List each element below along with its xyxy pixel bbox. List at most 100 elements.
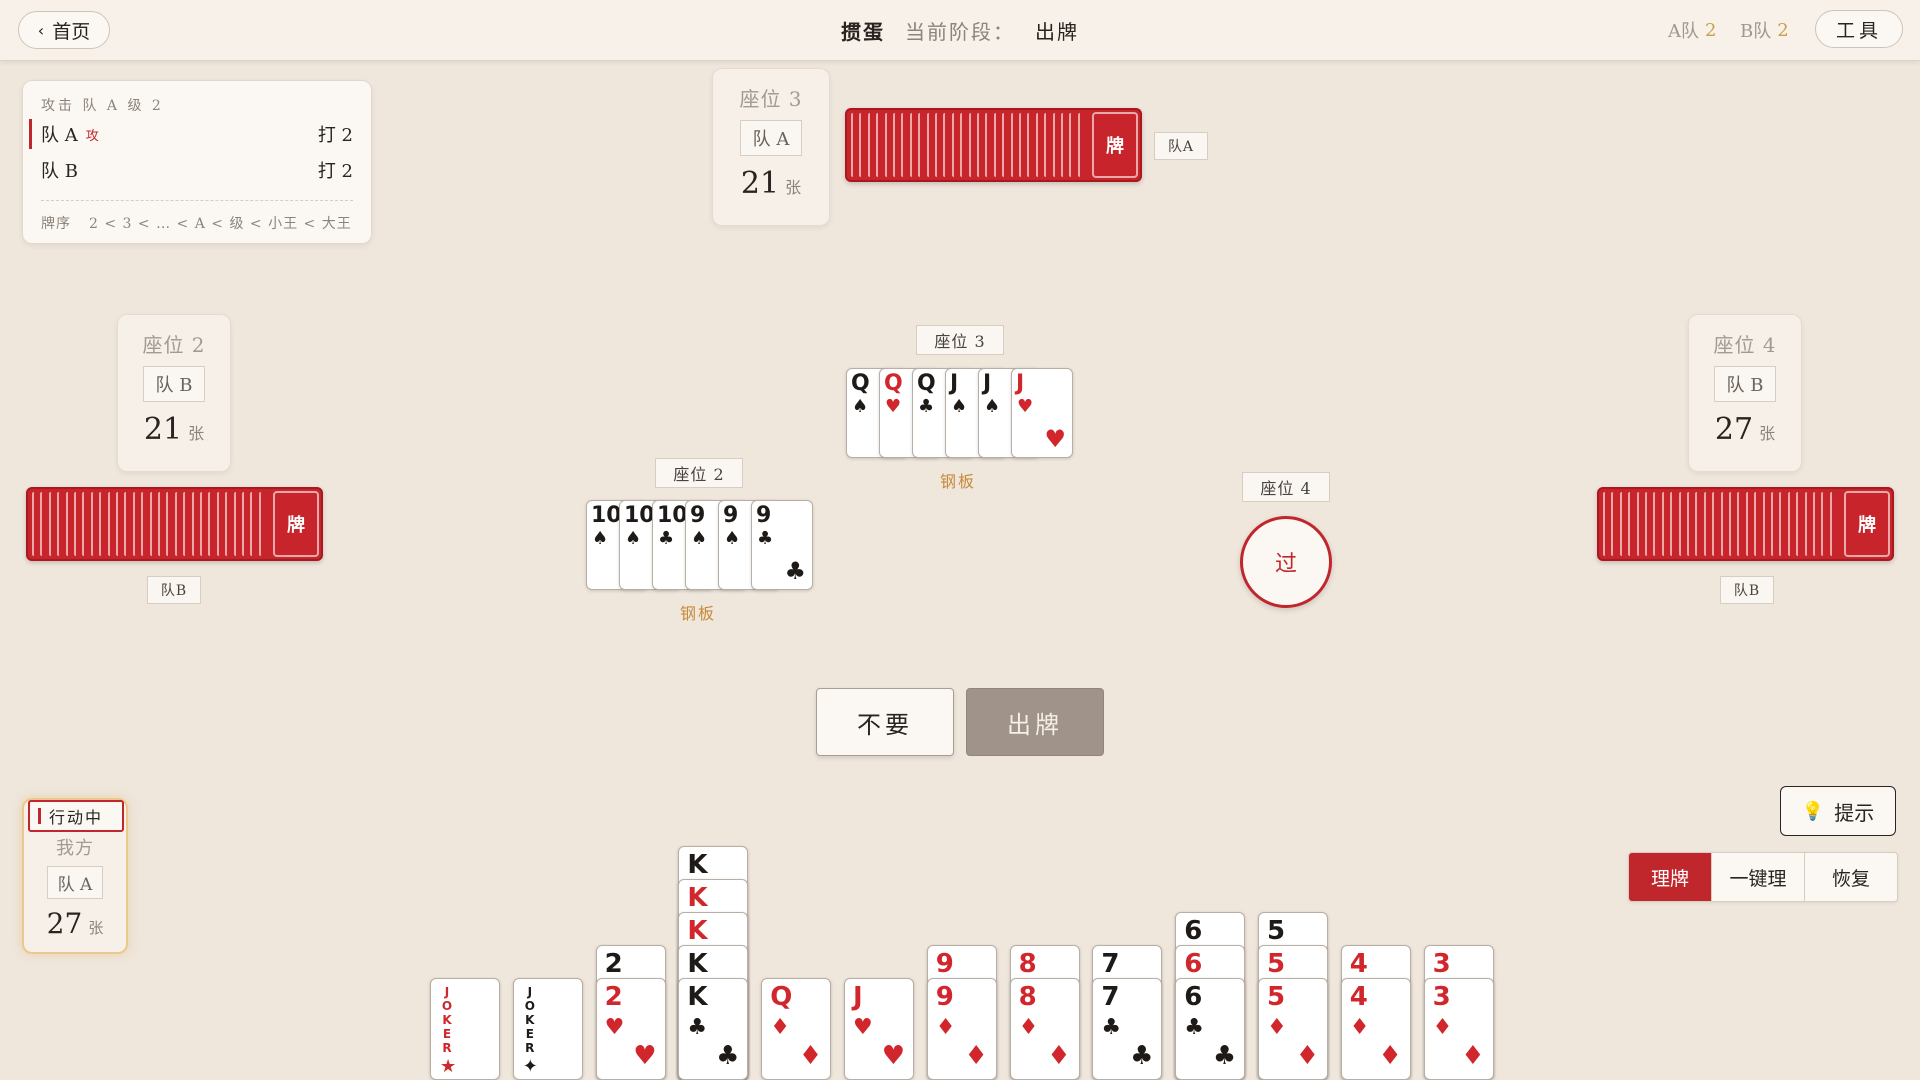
card-back-edge — [200, 492, 209, 556]
card-back-edge — [1645, 492, 1654, 556]
card-back-edge — [901, 113, 910, 177]
seat-name: 座位 3 — [739, 87, 803, 111]
card-suit-icon: ♠ — [592, 528, 609, 549]
card-rank: J — [1016, 371, 1025, 396]
card-back-edge — [1661, 492, 1671, 556]
card-back-face: 牌 — [1844, 491, 1890, 557]
restore-button[interactable]: 恢复 — [1805, 853, 1897, 901]
card-back-edge — [1813, 492, 1822, 556]
card-suit-icon: ♠ — [951, 396, 968, 417]
card-back-edge — [1771, 492, 1780, 556]
card-back-edge — [1804, 492, 1814, 556]
play-button[interactable]: 出牌 — [966, 688, 1104, 756]
hand-card[interactable]: 3 ♦ ♦ — [1423, 978, 1494, 1080]
hand-card[interactable]: 5 ♦ ♦ — [1258, 978, 1328, 1080]
card-order: 牌序 2 < 3 < … < A < 级 < 小王 < 大王 — [41, 213, 353, 233]
team-level: 打 2 — [317, 161, 353, 182]
card-back-edge — [116, 492, 125, 556]
my-card-count: 27 张 — [46, 907, 104, 940]
card-suit-icon: ♥ — [1044, 425, 1066, 453]
card-back-edge — [1787, 492, 1797, 556]
card-back-edge — [985, 113, 994, 177]
seat-card-count: 21 张 — [740, 166, 802, 201]
card-suit-icon: ♣ — [757, 528, 774, 549]
pass-button[interactable]: 不要 — [816, 688, 954, 756]
sort-button[interactable]: 理牌 — [1629, 853, 1712, 901]
team-level: 打 2 — [317, 125, 353, 146]
sparkle-icon: ✦ — [522, 1056, 538, 1077]
card-back-edge — [1603, 492, 1612, 556]
auto-sort-button[interactable]: 一键理 — [1712, 853, 1805, 901]
card-back-edge — [208, 492, 217, 556]
seat-2-combo-name: 钢板 — [680, 604, 717, 623]
my-name: 我方 — [56, 838, 94, 859]
hand-card[interactable]: 4 ♦ ♦ — [1340, 978, 1411, 1080]
team-name: 队 A — [41, 125, 78, 146]
card-back-edge — [1019, 113, 1028, 177]
card-back-edge — [1695, 492, 1704, 556]
hand-card[interactable]: 8 ♦ ♦ — [1009, 978, 1080, 1080]
card-rank: 9 — [723, 503, 739, 528]
seat-name: 座位 2 — [142, 333, 206, 357]
turn-status-badge: 行动中 — [28, 800, 124, 832]
sort-controls: 理牌 一键理 恢复 — [1628, 852, 1898, 902]
card-back-edge — [1678, 492, 1688, 556]
game-title: 掼蛋 当前阶段： 出牌 — [0, 0, 1920, 60]
card-rank: 9 — [756, 503, 772, 528]
hand-card[interactable]: Q ♦ ♦ — [761, 978, 832, 1080]
card-back-edge — [1737, 492, 1746, 556]
joker-card[interactable]: JOKER ★ — [430, 978, 500, 1080]
card-suit-icon: ♦ — [964, 1041, 988, 1071]
card-suit-icon: ♦ — [935, 1015, 956, 1040]
hand-card[interactable]: 7 ♣ ♣ — [1092, 978, 1163, 1080]
hand-card[interactable]: K ♣ ♣ — [678, 978, 749, 1080]
card-rank: 7 — [1101, 982, 1120, 1012]
joker-card[interactable]: JOKER ✦ — [512, 978, 583, 1080]
card-rank: 7 — [1101, 949, 1120, 979]
card-back-edge — [1628, 492, 1637, 556]
card-back-edge — [1077, 113, 1087, 177]
card-back-edge — [250, 492, 259, 556]
played-card: 9 ♣ ♣ — [751, 500, 813, 590]
card-back-edge — [1619, 492, 1629, 556]
seat-name: 座位 4 — [1713, 333, 1777, 357]
card-back-edge — [1703, 492, 1713, 556]
star-icon: ★ — [440, 1056, 457, 1077]
team-b-score: B队 2 — [1740, 0, 1789, 60]
played-card: J ♥ ♥ — [1011, 368, 1073, 458]
card-suit-icon: ♦ — [798, 1041, 823, 1071]
hand-card[interactable]: 9 ♦ ♦ — [926, 978, 997, 1080]
card-back-edge — [867, 113, 877, 177]
card-rank: Q — [917, 371, 936, 396]
attack-level-header: 攻击 队 A 级 2 — [41, 98, 164, 114]
card-back-edge — [1754, 492, 1763, 556]
card-back-edge — [1069, 113, 1078, 177]
card-rank: 2 — [604, 982, 623, 1012]
card-back-edge — [977, 113, 986, 177]
hand-card[interactable]: 2 ♥ ♥ — [595, 978, 666, 1080]
card-rank: K — [687, 949, 708, 979]
card-rank: K — [687, 850, 708, 880]
card-back-edge — [74, 492, 83, 556]
hand-card[interactable]: 6 ♣ ♣ — [1175, 978, 1246, 1080]
card-rank: Q — [884, 371, 903, 396]
card-back-edge — [141, 492, 150, 556]
seat-3-play-label: 座位 3 — [916, 325, 1004, 355]
card-suit-icon: ♣ — [687, 1015, 708, 1040]
hand-card[interactable]: J ♥ ♥ — [844, 978, 914, 1080]
card-back-edge — [82, 492, 91, 556]
card-back-edge — [1027, 113, 1036, 177]
seat-3-card-backs: 牌 — [845, 108, 1142, 182]
card-rank: 9 — [935, 982, 954, 1012]
tools-button[interactable]: 工具 — [1815, 10, 1903, 48]
card-back-edge — [132, 492, 142, 556]
card-back-edge — [1712, 492, 1721, 556]
card-suit-icon: ♠ — [625, 528, 642, 549]
card-suit-icon: ♣ — [1212, 1041, 1237, 1071]
card-back-edge — [1061, 113, 1070, 177]
seat-2-team-tag: 队B — [147, 576, 201, 604]
card-rank: 9 — [690, 503, 706, 528]
hint-label: 提示 — [1834, 800, 1875, 825]
card-rank: 6 — [1184, 916, 1203, 946]
hint-button[interactable]: 💡 提示 — [1780, 786, 1896, 836]
